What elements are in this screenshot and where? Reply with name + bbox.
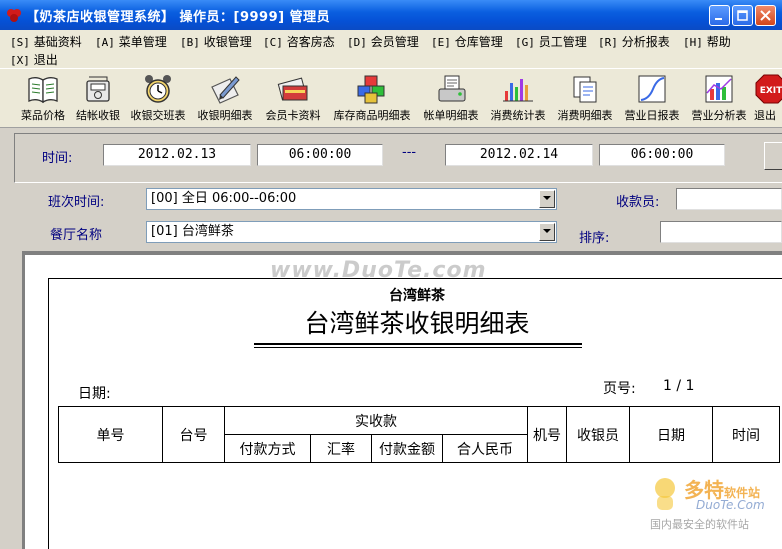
cash-register-icon bbox=[86, 76, 110, 102]
app-icon bbox=[7, 9, 21, 22]
menu-warehouse-management[interactable]: [E] 仓库管理 bbox=[431, 33, 503, 50]
documents-icon bbox=[573, 76, 597, 103]
close-button[interactable] bbox=[755, 5, 776, 26]
sort-label: 排序: bbox=[579, 231, 610, 246]
col-date: 日期 bbox=[629, 406, 713, 463]
shift-dropdown-button[interactable] bbox=[539, 190, 555, 208]
toolbar: 菜品价格 结帐收银 收银交班表 收银明细表 会员卡资料 库存商品明细表 帐单明细… bbox=[0, 68, 782, 128]
mascot-icon bbox=[655, 478, 675, 510]
bar-chart-icon bbox=[503, 79, 533, 102]
logo-url-text: DuoTe.Com bbox=[696, 498, 765, 512]
start-date-field[interactable]: 2012.02.13 bbox=[103, 144, 251, 166]
toolbar-member-card-button[interactable]: 会员卡资料 bbox=[262, 71, 324, 125]
chevron-down-icon bbox=[543, 196, 551, 200]
toolbar-shift-report-button[interactable]: 收银交班表 bbox=[127, 71, 189, 125]
report-page-number: 1 / 1 bbox=[663, 378, 695, 394]
menu-bar: [S] 基础资料 [A] 菜单管理 [B] 收银管理 [C] 咨客房态 [D] … bbox=[0, 30, 782, 68]
menu-cashier-management[interactable]: [B] 收银管理 bbox=[180, 33, 252, 50]
maximize-icon bbox=[737, 10, 748, 21]
card-icon bbox=[277, 77, 308, 101]
col-pay-method: 付款方式 bbox=[224, 434, 311, 463]
alarm-clock-icon bbox=[145, 75, 171, 103]
receipt-printer-icon bbox=[438, 75, 466, 102]
analysis-chart-icon bbox=[705, 75, 733, 103]
col-time: 时间 bbox=[712, 406, 780, 463]
toolbar-exit-button[interactable]: EXIT 退出 bbox=[754, 71, 782, 125]
toolbar-inventory-detail-button[interactable]: 库存商品明细表 bbox=[329, 71, 415, 125]
chevron-down-icon bbox=[543, 229, 551, 233]
toolbar-daily-report-button[interactable]: 营业日报表 bbox=[621, 71, 683, 125]
menu-exit[interactable]: [X] 退出 bbox=[10, 51, 58, 68]
toolbar-business-analysis-button[interactable]: 营业分析表 bbox=[688, 71, 750, 125]
toolbar-checkout-button[interactable]: 结帐收银 bbox=[72, 71, 124, 125]
pen-paper-icon bbox=[211, 76, 240, 104]
col-bill-no: 单号 bbox=[58, 406, 163, 463]
report-page-label: 页号: bbox=[603, 381, 636, 397]
report-title: 台湾鲜茶收银明细表 bbox=[304, 309, 530, 338]
query-button[interactable] bbox=[764, 142, 782, 170]
curve-chart-icon bbox=[638, 75, 666, 103]
sort-field[interactable] bbox=[660, 221, 782, 243]
book-icon bbox=[28, 77, 58, 104]
maximize-button[interactable] bbox=[732, 5, 753, 26]
report-date-label: 日期: bbox=[78, 386, 111, 402]
restaurant-label: 餐厅名称 bbox=[50, 228, 103, 243]
col-pay-amount: 付款金额 bbox=[371, 434, 443, 463]
toolbar-consumption-stats-button[interactable]: 消费统计表 bbox=[487, 71, 549, 125]
site-watermark: www.DuoTe.com bbox=[270, 258, 487, 283]
toolbar-dish-price-button[interactable]: 菜品价格 bbox=[16, 71, 70, 125]
restaurant-select[interactable]: [01] 台湾鲜茶 bbox=[146, 221, 557, 243]
time-label: 时间: bbox=[42, 151, 73, 166]
col-received: 实收款 bbox=[224, 406, 528, 435]
title-underline bbox=[254, 343, 582, 345]
restaurant-dropdown-button[interactable] bbox=[539, 223, 555, 241]
col-cashier: 收银员 bbox=[566, 406, 630, 463]
logo-slogan-text: 国内最安全的软件站 bbox=[650, 518, 749, 531]
toolbar-cashier-detail-button[interactable]: 收银明细表 bbox=[194, 71, 256, 125]
minimize-button[interactable] bbox=[709, 5, 730, 26]
col-rmb-total: 合人民币 bbox=[442, 434, 528, 463]
title-bar: 【奶茶店收银管理系统】 操作员：[9999] 管理员 bbox=[0, 0, 782, 30]
cubes-icon bbox=[357, 75, 385, 104]
window-title: 【奶茶店收银管理系统】 操作员：[9999] 管理员 bbox=[26, 10, 331, 25]
cashier-field[interactable] bbox=[676, 188, 782, 210]
report-table: 单号 台号 实收款 机号 收银员 日期 时间 付款方式 汇率 付款金额 合人民币 bbox=[58, 406, 780, 463]
col-table-no: 台号 bbox=[162, 406, 225, 463]
range-separator: --- bbox=[402, 145, 417, 160]
menu-analysis-reports[interactable]: [R] 分析报表 bbox=[598, 33, 670, 50]
minimize-icon bbox=[715, 18, 722, 20]
menu-staff-management[interactable]: [G] 员工管理 bbox=[515, 33, 587, 50]
menu-menu-management[interactable]: [A] 菜单管理 bbox=[95, 33, 167, 50]
title-underline-thin bbox=[254, 347, 582, 348]
menu-help[interactable]: [H] 帮助 bbox=[683, 33, 731, 50]
start-time-field[interactable]: 06:00:00 bbox=[257, 144, 383, 166]
close-icon bbox=[760, 10, 771, 21]
cashier-label: 收款员: bbox=[616, 195, 660, 210]
shift-time-label: 班次时间: bbox=[48, 195, 105, 210]
toolbar-bill-detail-button[interactable]: 帐单明细表 bbox=[420, 71, 482, 125]
menu-room-status[interactable]: [C] 咨客房态 bbox=[263, 33, 335, 50]
menu-basic-data[interactable]: [S] 基础资料 bbox=[10, 33, 82, 50]
col-machine-no: 机号 bbox=[527, 406, 567, 463]
toolbar-consumption-detail-button[interactable]: 消费明细表 bbox=[554, 71, 616, 125]
report-org-name: 台湾鲜茶 bbox=[389, 288, 445, 304]
menu-member-management[interactable]: [D] 会员管理 bbox=[347, 33, 419, 50]
exit-icon: EXIT bbox=[755, 74, 782, 104]
col-rate: 汇率 bbox=[310, 434, 372, 463]
end-date-field[interactable]: 2012.02.14 bbox=[445, 144, 593, 166]
shift-time-select[interactable]: [00] 全日 06:00--06:00 bbox=[146, 188, 557, 210]
svg-text:EXIT: EXIT bbox=[760, 86, 782, 96]
end-time-field[interactable]: 06:00:00 bbox=[599, 144, 725, 166]
duote-logo-watermark: 多特软件站 DuoTe.Com 国内最安全的软件站 bbox=[646, 474, 782, 536]
